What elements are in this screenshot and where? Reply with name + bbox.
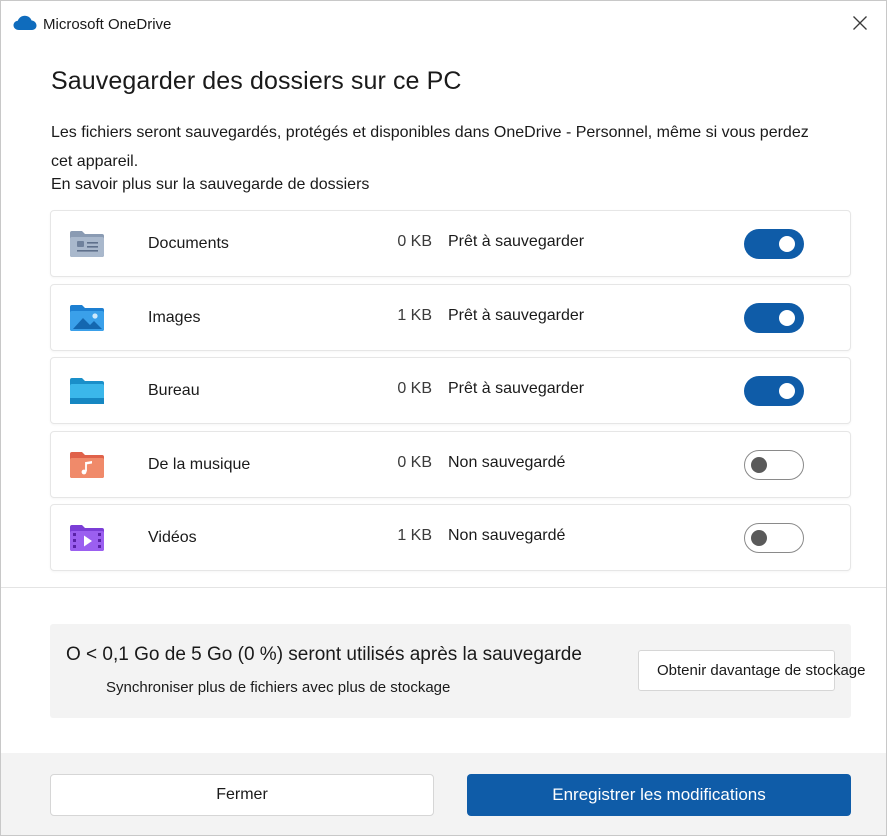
storage-subtext: Synchroniser plus de fichiers avec plus … — [106, 679, 451, 696]
folder-name: Documents — [148, 235, 229, 252]
description-text: Les fichiers seront sauvegardés, protégé… — [51, 124, 809, 170]
folder-row-videos: Vidéos 1 KB Non sauvegardé — [50, 504, 851, 571]
save-changes-button[interactable]: Enregistrer les modifications — [467, 774, 851, 816]
videos-folder-icon — [69, 523, 105, 553]
folder-name: Images — [148, 309, 201, 326]
app-title: Microsoft OneDrive — [43, 16, 172, 33]
toggle-knob — [779, 310, 795, 326]
folder-size: 0 KB — [397, 380, 432, 397]
backup-toggle-documents[interactable] — [744, 229, 804, 259]
folder-row-desktop: Bureau 0 KB Prêt à sauvegarder — [50, 357, 851, 424]
page-title: Sauvegarder des dossiers sur ce PC — [51, 67, 462, 95]
folder-status: Prêt à sauvegarder — [448, 233, 585, 250]
dialog-footer: Fermer Enregistrer les modifications — [1, 753, 886, 835]
toggle-knob — [779, 236, 795, 252]
toggle-knob — [751, 457, 767, 473]
folder-size: 0 KB — [397, 454, 432, 471]
folder-name: De la musique — [148, 456, 251, 473]
storage-panel: O < 0,1 Go de 5 Go (0 %) seront utilisés… — [50, 624, 865, 718]
folder-size: 1 KB — [397, 527, 432, 544]
toggle-knob — [751, 530, 767, 546]
folder-size: 0 KB — [397, 233, 432, 250]
onedrive-cloud-icon — [13, 15, 37, 31]
folder-status: Non sauvegardé — [448, 454, 566, 471]
folder-size: 1 KB — [397, 307, 432, 324]
backup-toggle-videos[interactable] — [744, 523, 804, 553]
toggle-knob — [779, 383, 795, 399]
folder-status: Non sauvegardé — [448, 527, 566, 544]
folder-status: Prêt à sauvegarder — [448, 307, 585, 324]
learn-more-link[interactable]: En savoir plus sur la sauvegarde de doss… — [51, 176, 369, 194]
desktop-folder-icon — [69, 376, 105, 406]
folder-name: Vidéos — [148, 529, 197, 546]
close-icon[interactable] — [846, 9, 874, 37]
backup-toggle-desktop[interactable] — [744, 376, 804, 406]
get-more-storage-button[interactable]: Obtenir davantage de stockage — [638, 650, 865, 691]
folder-row-documents: Documents 0 KB Prêt à sauvegarder — [50, 210, 851, 277]
music-folder-icon — [69, 450, 105, 480]
pictures-folder-icon — [69, 303, 105, 333]
folder-row-music: De la musique 0 KB Non sauvegardé — [50, 431, 851, 498]
title-bar: Microsoft OneDrive — [1, 1, 886, 47]
close-button[interactable]: Fermer — [50, 774, 434, 816]
storage-summary: O < 0,1 Go de 5 Go (0 %) seront utilisés… — [66, 644, 582, 665]
folder-row-images: Images 1 KB Prêt à sauvegarder — [50, 284, 851, 351]
section-divider — [1, 587, 886, 588]
folder-name: Bureau — [148, 382, 200, 399]
folder-status: Prêt à sauvegarder — [448, 380, 585, 397]
backup-toggle-music[interactable] — [744, 450, 804, 480]
documents-folder-icon — [69, 229, 105, 259]
onedrive-backup-dialog: Microsoft OneDrive Sauvegarder des dossi… — [0, 0, 887, 836]
backup-toggle-images[interactable] — [744, 303, 804, 333]
